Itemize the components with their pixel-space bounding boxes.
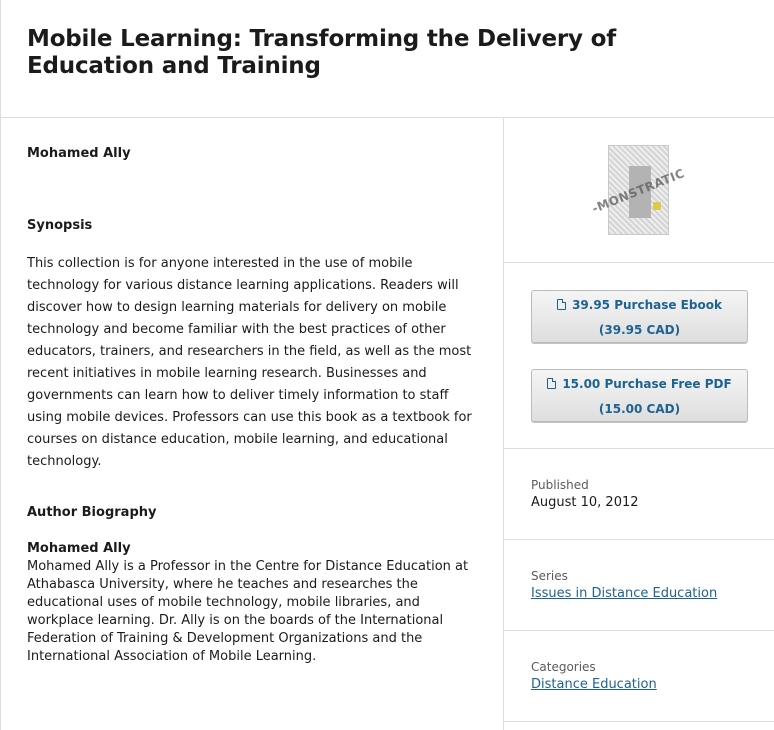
author-biography-heading: Author Biography: [27, 505, 157, 520]
categories-label: Categories: [531, 660, 596, 674]
pdf-file-icon: [557, 299, 567, 310]
published-date: August 10, 2012: [531, 495, 639, 510]
book-cover-image[interactable]: -MONSTRATIC: [590, 145, 687, 235]
author-name: Mohamed Ally: [27, 146, 131, 161]
biography-author-name: Mohamed Ally: [27, 541, 131, 556]
cover-section: -MONSTRATIC: [504, 118, 774, 263]
page-header: Mobile Learning: Transforming the Delive…: [1, 0, 774, 118]
biography-text: Mohamed Ally is a Professor in the Centr…: [27, 559, 469, 664]
series-link[interactable]: Issues in Distance Education: [531, 586, 717, 601]
series-section: Series Issues in Distance Education: [504, 540, 774, 631]
category-link[interactable]: Distance Education: [531, 677, 657, 692]
synopsis-heading: Synopsis: [27, 218, 93, 233]
main-content: Mohamed Ally Synopsis This collection is…: [1, 118, 504, 730]
page-title: Mobile Learning: Transforming the Delive…: [27, 26, 617, 79]
categories-section: Categories Distance Education: [504, 631, 774, 722]
synopsis-text: This collection is for anyone interested…: [27, 256, 472, 469]
pdf-file-icon: [547, 378, 557, 389]
cover-accent: [653, 202, 661, 210]
published-section: Published August 10, 2012: [504, 449, 774, 540]
purchase-ebook-label: 39.95 Purchase Ebook (39.95 CAD): [572, 298, 722, 337]
sidebar: -MONSTRATIC 39.95 Purchase Ebook (39.95 …: [504, 118, 774, 730]
published-label: Published: [531, 478, 589, 492]
series-label: Series: [531, 569, 568, 583]
book-page: Mobile Learning: Transforming the Delive…: [0, 0, 774, 730]
purchase-pdf-label: 15.00 Purchase Free PDF (15.00 CAD): [562, 377, 732, 416]
purchase-ebook-button[interactable]: 39.95 Purchase Ebook (39.95 CAD): [531, 290, 748, 343]
purchase-section: 39.95 Purchase Ebook (39.95 CAD) 15.00 P…: [504, 263, 774, 449]
purchase-pdf-button[interactable]: 15.00 Purchase Free PDF (15.00 CAD): [531, 369, 748, 422]
